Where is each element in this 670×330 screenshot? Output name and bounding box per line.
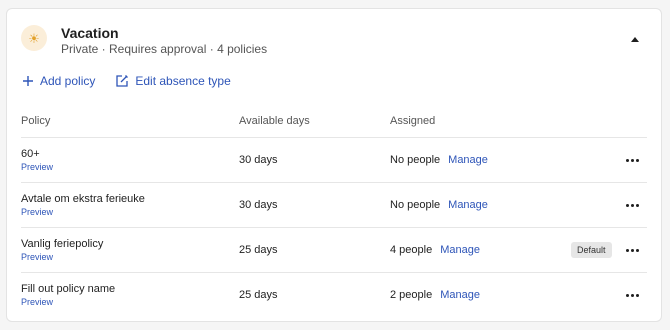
table-row: Fill out policy name Preview 25 days 2 p… <box>21 273 647 317</box>
add-policy-label: Add policy <box>40 74 96 88</box>
assigned-count: 4 people <box>390 244 433 256</box>
add-policy-button[interactable]: Add policy <box>22 74 95 88</box>
manage-link[interactable]: Manage <box>448 154 488 166</box>
policy-name: Avtale om ekstra ferieuke <box>21 193 145 205</box>
policy-name: 60+ <box>21 148 40 160</box>
preview-link[interactable]: Preview <box>21 207 53 217</box>
more-options-button[interactable] <box>623 197 641 213</box>
more-dot-icon <box>635 203 639 207</box>
more-dot-icon <box>630 203 634 207</box>
caret-up-icon <box>631 36 639 42</box>
page: ☀ Vacation Private · Requires approval ·… <box>0 0 670 330</box>
assigned-cell: 2 people Manage <box>390 289 480 301</box>
preview-link[interactable]: Preview <box>21 252 53 262</box>
more-dot-icon <box>630 248 634 252</box>
manage-link[interactable]: Manage <box>440 289 480 301</box>
policy-name: Vanlig feriepolicy <box>21 238 104 250</box>
absence-type-card: ☀ Vacation Private · Requires approval ·… <box>6 8 662 322</box>
manage-link[interactable]: Manage <box>440 244 480 256</box>
more-options-button[interactable] <box>623 287 641 303</box>
available-days: 30 days <box>239 154 278 166</box>
available-days: 30 days <box>239 199 278 211</box>
plus-icon <box>23 76 33 86</box>
sun-icon: ☀ <box>21 25 47 51</box>
more-dot-icon <box>625 293 629 297</box>
assigned-count: 2 people <box>390 289 433 301</box>
policy-name: Fill out policy name <box>21 283 116 295</box>
more-dot-icon <box>630 293 634 297</box>
more-dot-icon <box>635 248 639 252</box>
header-policy: Policy <box>21 115 51 127</box>
more-dot-icon <box>635 158 639 162</box>
assigned-cell: No people Manage <box>390 199 488 211</box>
more-dot-icon <box>625 248 629 252</box>
available-days: 25 days <box>239 244 278 256</box>
default-badge: Default <box>571 242 612 258</box>
header-assigned: Assigned <box>390 115 436 127</box>
more-dot-icon <box>635 293 639 297</box>
assigned-count: No people <box>390 154 441 166</box>
more-dot-icon <box>630 158 634 162</box>
preview-link[interactable]: Preview <box>21 162 53 172</box>
edit-absence-type-button[interactable]: Edit absence type <box>115 74 231 88</box>
more-dot-icon <box>625 203 629 207</box>
assigned-cell: No people Manage <box>390 154 488 166</box>
policy-table: Policy Available days Assigned 60+ Previ… <box>21 109 647 317</box>
collapse-toggle-button[interactable] <box>629 33 641 45</box>
assigned-count: No people <box>390 199 441 211</box>
header-available-days: Available days <box>239 115 310 127</box>
manage-link[interactable]: Manage <box>448 199 488 211</box>
table-row: 60+ Preview 30 days No people Manage <box>21 138 647 183</box>
available-days: 25 days <box>239 289 278 301</box>
table-row: Avtale om ekstra ferieuke Preview 30 day… <box>21 183 647 228</box>
edit-absence-type-label: Edit absence type <box>135 74 231 88</box>
preview-link[interactable]: Preview <box>21 297 53 307</box>
more-options-button[interactable] <box>623 242 641 258</box>
table-header: Policy Available days Assigned <box>21 109 647 138</box>
edit-icon <box>116 75 129 87</box>
absence-type-header: ☀ Vacation Private · Requires approval ·… <box>21 23 647 57</box>
more-options-button[interactable] <box>623 152 641 168</box>
table-row: Vanlig feriepolicy Preview 25 days 4 peo… <box>21 228 647 273</box>
absence-type-title: Vacation <box>61 25 119 41</box>
absence-type-subtitle: Private · Requires approval · 4 policies <box>61 42 268 56</box>
action-bar: Add policy Edit absence type <box>22 71 251 91</box>
more-dot-icon <box>625 158 629 162</box>
assigned-cell: 4 people Manage <box>390 244 480 256</box>
